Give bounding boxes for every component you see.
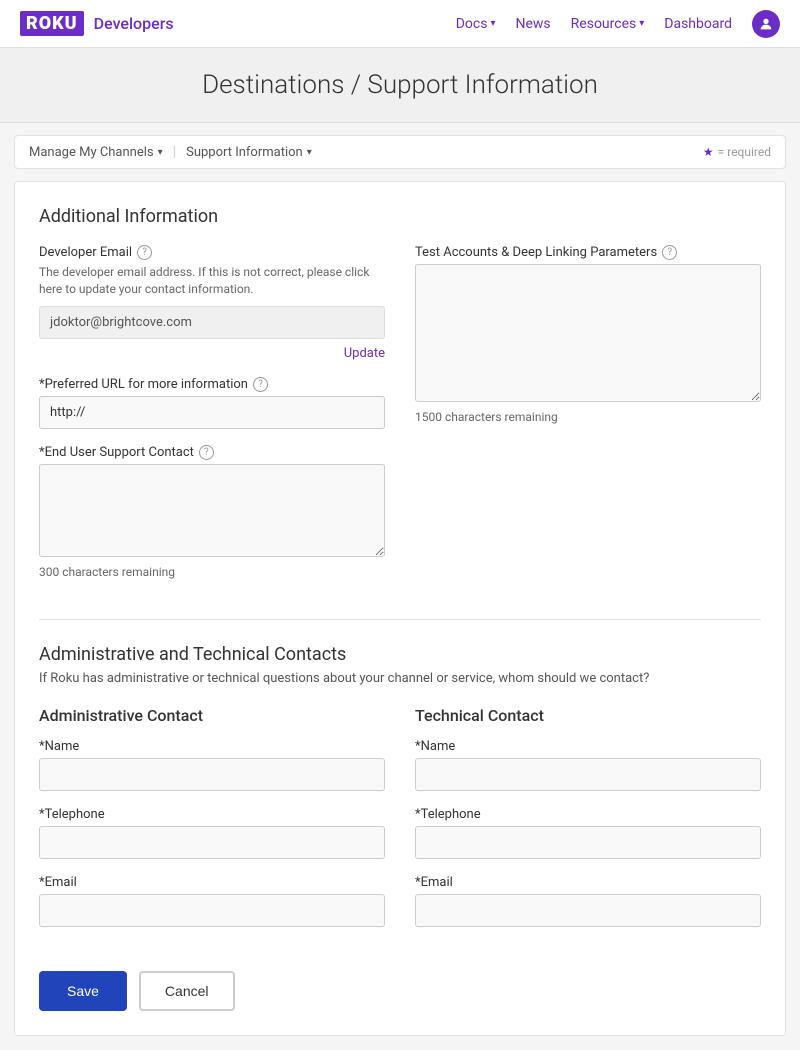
test-accounts-label: Test Accounts & Deep Linking Parameters …: [415, 245, 761, 260]
tech-name-group: *Name: [415, 739, 761, 791]
admin-email-input[interactable]: [39, 894, 385, 927]
end-user-support-group: *End User Support Contact ? 300 characte…: [39, 445, 385, 579]
help-icon[interactable]: ?: [662, 245, 677, 260]
admin-email-label: *Email: [39, 875, 385, 890]
navigation: ROKU Developers Docs ▾ News Resources ▾ …: [0, 0, 800, 48]
chevron-down-icon: ▾: [158, 147, 163, 158]
end-user-support-label: *End User Support Contact ?: [39, 445, 385, 460]
admin-telephone-label: *Telephone: [39, 807, 385, 822]
tech-telephone-label: *Telephone: [415, 807, 761, 822]
cancel-button[interactable]: Cancel: [139, 971, 235, 1011]
end-user-support-char-count: 300 characters remaining: [39, 565, 385, 579]
admin-contacts-section: Administrative and Technical Contacts If…: [39, 644, 761, 943]
help-icon[interactable]: ?: [137, 245, 152, 260]
left-column: Developer Email ? The developer email ad…: [39, 245, 385, 595]
developer-email-group: Developer Email ? The developer email ad…: [39, 245, 385, 361]
tech-email-input[interactable]: [415, 894, 761, 927]
chevron-down-icon: ▾: [639, 18, 644, 29]
breadcrumb-support-info[interactable]: Support Information ▾: [186, 145, 312, 160]
nav-resources[interactable]: Resources ▾: [571, 16, 645, 32]
admin-telephone-input[interactable]: [39, 826, 385, 859]
right-column: Test Accounts & Deep Linking Parameters …: [415, 245, 761, 595]
admin-name-label: *Name: [39, 739, 385, 754]
update-link-container: Update: [39, 345, 385, 361]
admin-telephone-group: *Telephone: [39, 807, 385, 859]
admin-email-group: *Email: [39, 875, 385, 927]
admin-contacts-heading: Administrative and Technical Contacts: [39, 644, 761, 665]
nav-links: Docs ▾ News Resources ▾ Dashboard: [456, 10, 780, 38]
nav-news[interactable]: News: [516, 16, 551, 32]
test-accounts-char-count: 1500 characters remaining: [415, 410, 761, 424]
user-avatar[interactable]: [752, 10, 780, 38]
admin-contact-column: Administrative Contact *Name *Telephone …: [39, 706, 385, 943]
required-indicator: ★ = required: [703, 145, 771, 159]
roku-logo: ROKU: [20, 11, 84, 36]
tech-telephone-group: *Telephone: [415, 807, 761, 859]
tech-email-group: *Email: [415, 875, 761, 927]
chevron-down-icon: ▾: [490, 18, 495, 29]
admin-contacts-description: If Roku has administrative or technical …: [39, 671, 761, 686]
test-accounts-input[interactable]: [415, 264, 761, 402]
technical-contact-heading: Technical Contact: [415, 706, 761, 725]
nav-docs[interactable]: Docs ▾: [456, 16, 496, 32]
admin-contact-heading: Administrative Contact: [39, 706, 385, 725]
breadcrumb: Manage My Channels ▾ | Support Informati…: [14, 135, 786, 169]
help-icon[interactable]: ?: [199, 445, 214, 460]
preferred-url-group: *Preferred URL for more information ?: [39, 377, 385, 429]
contacts-grid: Administrative Contact *Name *Telephone …: [39, 706, 761, 943]
save-button[interactable]: Save: [39, 971, 127, 1011]
help-icon[interactable]: ?: [253, 377, 268, 392]
tech-name-input[interactable]: [415, 758, 761, 791]
preferred-url-input[interactable]: [39, 396, 385, 429]
tech-name-label: *Name: [415, 739, 761, 754]
section-divider: [39, 619, 761, 620]
tech-telephone-input[interactable]: [415, 826, 761, 859]
developer-email-description: The developer email address. If this is …: [39, 264, 385, 298]
tech-email-label: *Email: [415, 875, 761, 890]
main-content: Additional Information Developer Email ?…: [14, 181, 786, 1036]
page-title: Destinations / Support Information: [20, 70, 780, 100]
breadcrumb-manage-channels[interactable]: Manage My Channels ▾: [29, 145, 163, 160]
admin-name-group: *Name: [39, 739, 385, 791]
nav-dashboard[interactable]: Dashboard: [664, 16, 732, 32]
developer-email-label: Developer Email ?: [39, 245, 385, 260]
test-accounts-group: Test Accounts & Deep Linking Parameters …: [415, 245, 761, 424]
chevron-down-icon: ▾: [307, 147, 312, 158]
asterisk-icon: ★: [703, 145, 714, 159]
admin-name-input[interactable]: [39, 758, 385, 791]
update-link[interactable]: Update: [344, 346, 385, 361]
end-user-support-input[interactable]: [39, 464, 385, 557]
form-buttons: Save Cancel: [39, 971, 761, 1011]
nav-logo: ROKU Developers: [20, 11, 174, 36]
brand-name: Developers: [94, 14, 174, 33]
page-header: Destinations / Support Information: [0, 48, 800, 123]
additional-info-heading: Additional Information: [39, 206, 761, 227]
technical-contact-column: Technical Contact *Name *Telephone *Emai…: [415, 706, 761, 943]
breadcrumb-separator: |: [173, 144, 176, 160]
additional-info-fields: Developer Email ? The developer email ad…: [39, 245, 761, 595]
developer-email-value: jdoktor@brightcove.com: [39, 306, 385, 339]
preferred-url-label: *Preferred URL for more information ?: [39, 377, 385, 392]
